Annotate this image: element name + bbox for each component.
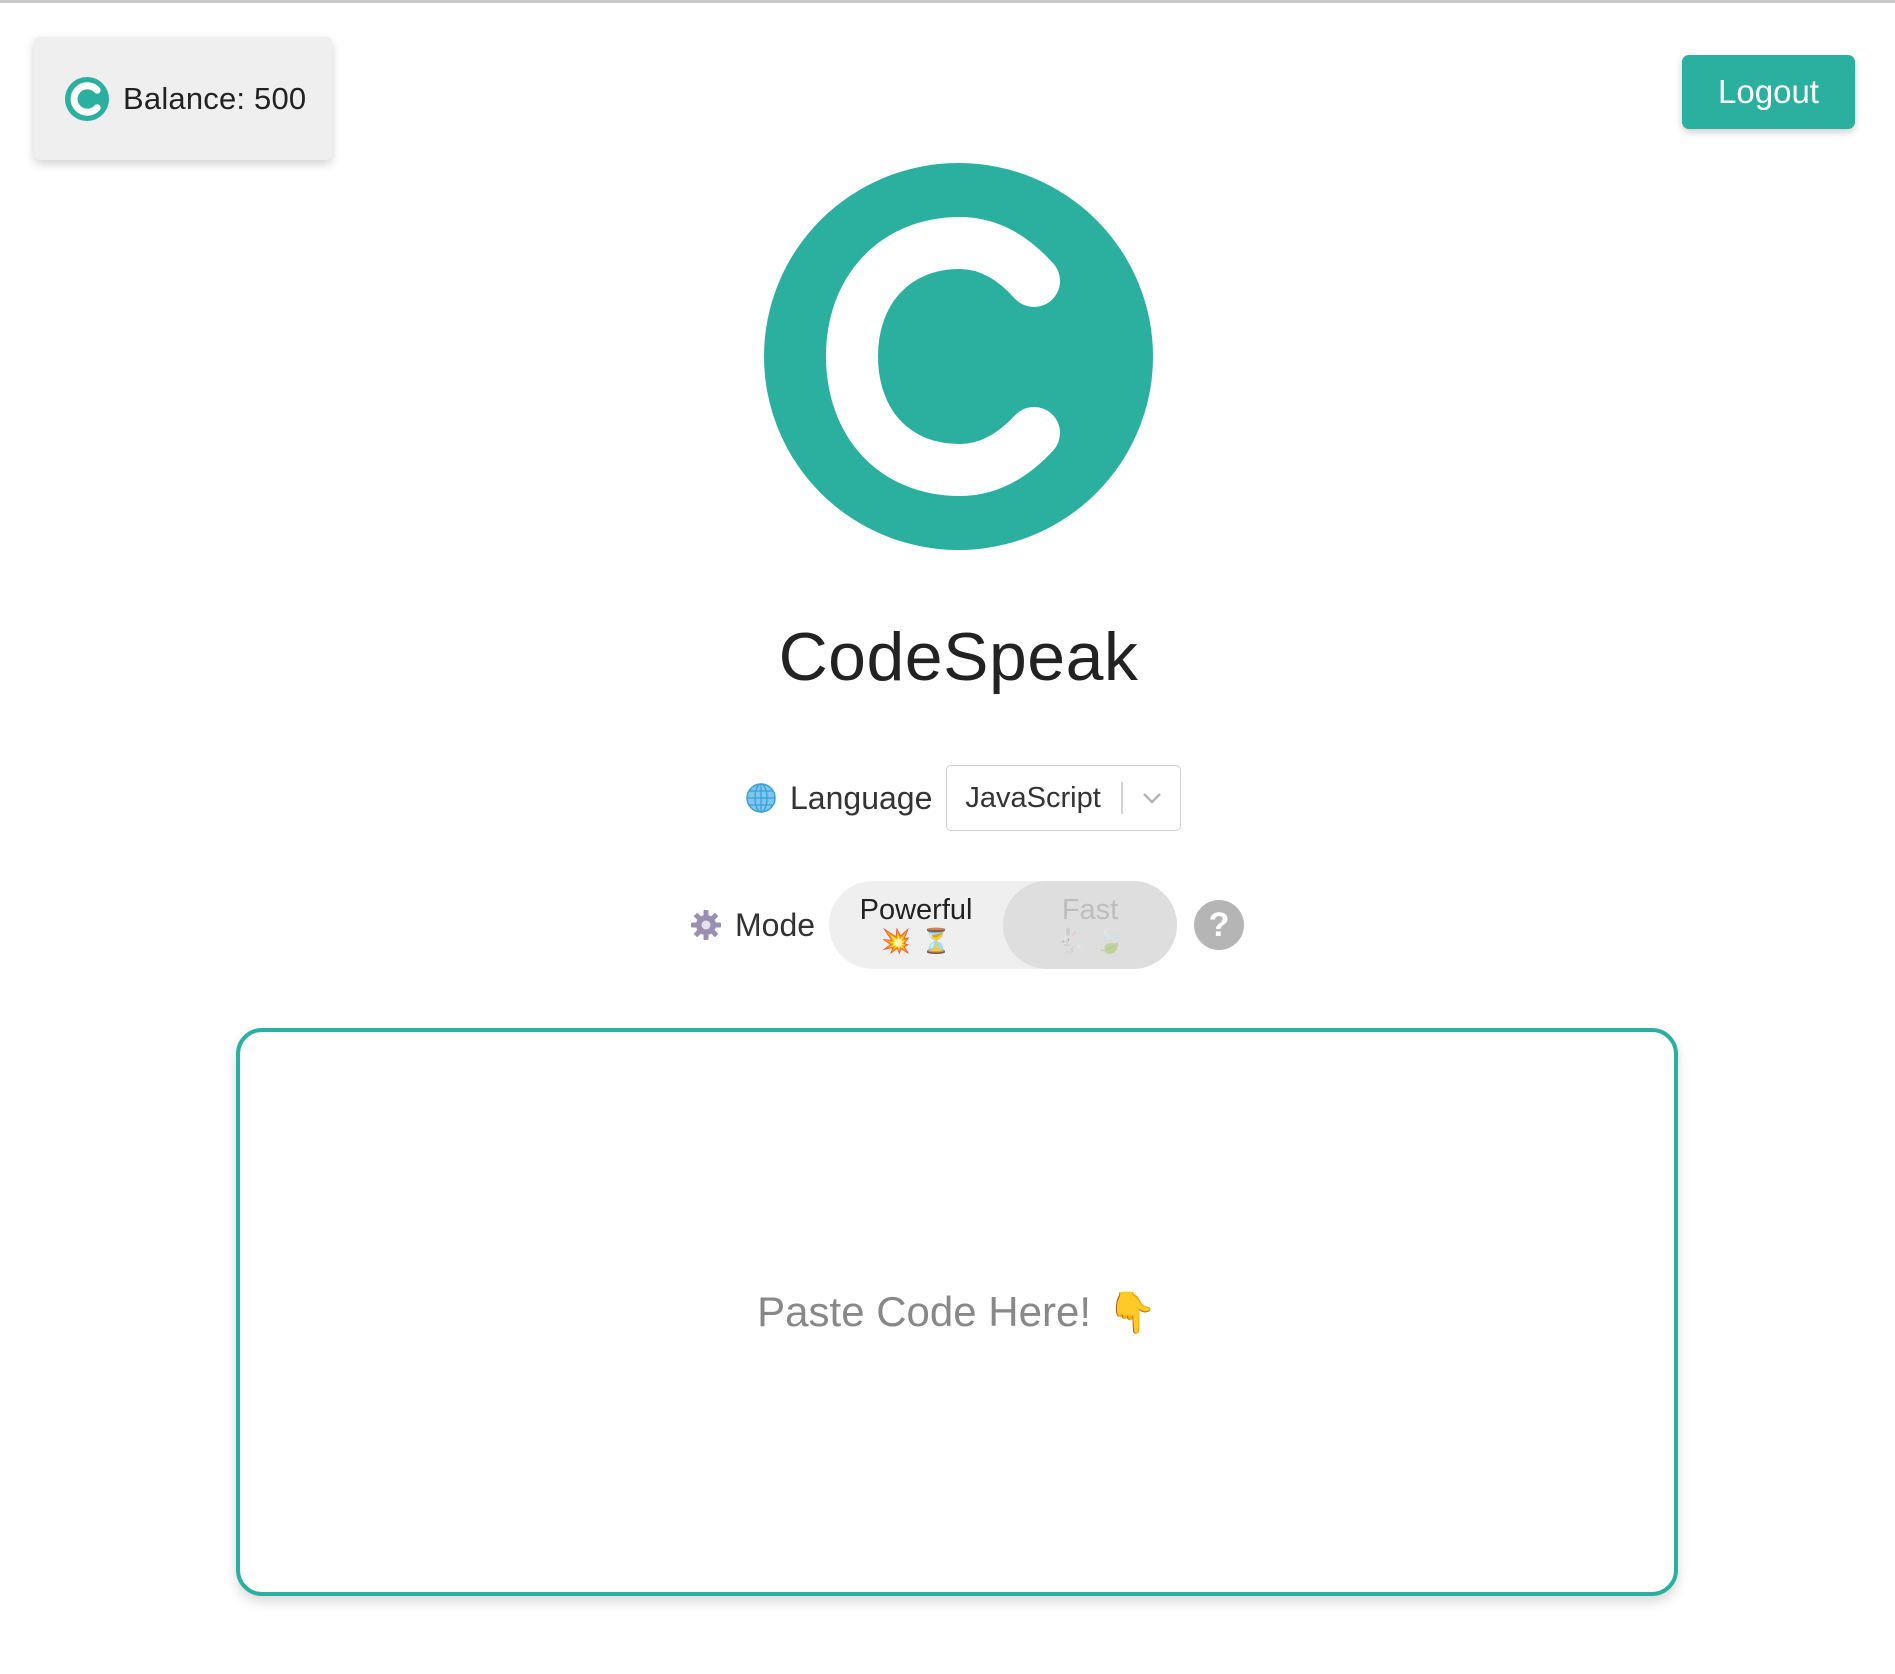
codespeak-main-logo xyxy=(764,163,1153,550)
code-input-placeholder: Paste Code Here! xyxy=(757,1288,1092,1335)
question-mark-icon[interactable]: ? xyxy=(1193,899,1245,951)
mode-option-powerful[interactable]: Powerful 💥⏳ xyxy=(829,881,1003,969)
language-selected-value: JavaScript xyxy=(965,781,1101,814)
language-select[interactable]: JavaScript xyxy=(946,765,1182,831)
select-separator xyxy=(1121,782,1124,814)
mode-row: Mode Powerful 💥⏳ Fast 🐇🍃 ? xyxy=(690,881,1245,969)
mode-label: Mode xyxy=(735,906,816,943)
pointing-down-icon: 👇 xyxy=(1107,1290,1157,1335)
mode-option-fast[interactable]: Fast 🐇🍃 xyxy=(1003,881,1178,969)
code-input-area[interactable]: Paste Code Here! 👇 xyxy=(236,1028,1678,1596)
logout-button[interactable]: Logout xyxy=(1682,55,1855,129)
mode-option-emoji: 🐇🍃 xyxy=(1055,928,1135,955)
top-border xyxy=(0,0,1895,3)
gear-icon xyxy=(691,910,721,940)
mode-option-label: Powerful xyxy=(859,894,973,926)
chevron-down-icon[interactable] xyxy=(1141,791,1163,805)
language-label: Language xyxy=(790,779,933,816)
balance-text: Balance: 500 xyxy=(123,80,307,116)
mode-toggle: Powerful 💥⏳ Fast 🐇🍃 xyxy=(829,881,1178,969)
app-title: CodeSpeak xyxy=(778,619,1139,695)
svg-text:?: ? xyxy=(1209,906,1230,944)
codespeak-logo-icon xyxy=(65,76,109,121)
balance-card: Balance: 500 xyxy=(34,37,332,160)
mode-option-label: Fast xyxy=(1061,894,1119,926)
language-row: Language JavaScript xyxy=(745,765,1182,831)
globe-icon xyxy=(746,783,776,813)
mode-option-emoji: 💥⏳ xyxy=(881,928,961,955)
